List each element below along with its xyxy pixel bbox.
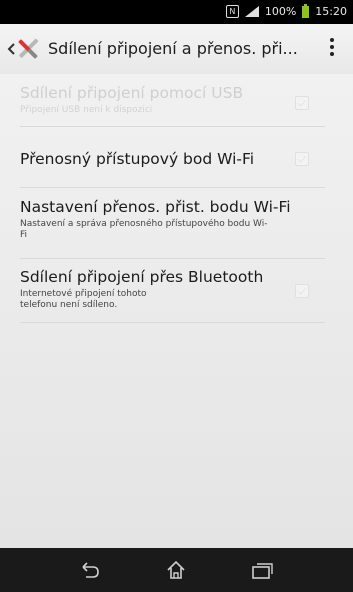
setting-usb-tethering: Sdílení připojení pomocí USB Připojení U… [20,84,325,116]
setting-title: Sdílení připojení pomocí USB [20,84,244,102]
nav-home-icon[interactable] [162,558,190,582]
nav-recent-apps-icon[interactable] [248,558,276,582]
overflow-menu-icon[interactable] [329,38,335,60]
divider [20,322,325,323]
setting-title: Sdílení připojení přes Bluetooth [20,268,264,286]
usb-tethering-checkbox [295,96,309,110]
setting-wifi-hotspot[interactable]: Přenosný přístupový bod Wi-Fi [20,150,325,168]
setting-subtitle: Připojení USB není k dispozici [20,105,153,115]
settings-list: Sdílení připojení pomocí USB Připojení U… [0,74,353,548]
setting-wifi-hotspot-settings[interactable]: Nastavení přenos. přist. bodu Wi-Fi Nast… [20,198,325,241]
divider [20,258,325,259]
setting-title: Přenosný přístupový bod Wi-Fi [20,150,255,168]
status-time: 15:20 [315,5,347,18]
status-bar: N 100% 15:20 [0,0,353,24]
nav-back-icon[interactable] [75,558,103,582]
setting-subtitle: Nastavení a správa přenosného přístupové… [20,219,268,240]
action-bar: Sdílení připojení a přenos. při... [0,24,353,74]
bluetooth-tethering-checkbox[interactable] [295,284,309,298]
battery-percent: 100% [264,5,297,18]
signal-icon [244,6,259,17]
setting-bluetooth-tethering[interactable]: Sdílení připojení přes Bluetooth Interne… [20,268,325,311]
nfc-icon: N [225,5,239,18]
divider [20,126,325,127]
wifi-hotspot-checkbox[interactable] [295,152,309,166]
tools-icon [14,35,42,63]
battery-icon [302,3,310,18]
setting-title: Nastavení přenos. přist. bodu Wi-Fi [20,198,291,216]
page-title: Sdílení připojení a přenos. při... [48,39,298,58]
divider [20,187,325,188]
navigation-bar [0,548,353,592]
setting-subtitle: Internetové připojení tohoto telefonu ne… [20,289,147,310]
